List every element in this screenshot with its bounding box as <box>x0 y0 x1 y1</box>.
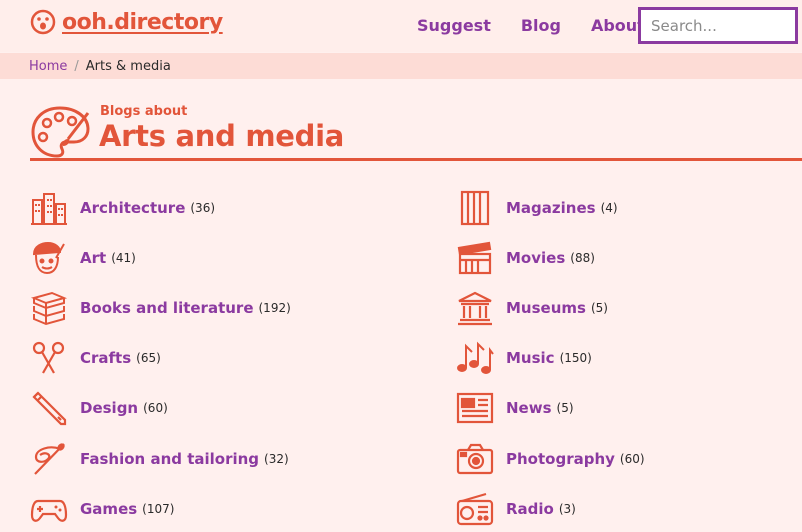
nav-suggest-link[interactable]: Suggest <box>417 16 491 35</box>
scissors-icon <box>30 340 68 376</box>
page-title: Arts and media <box>99 119 344 153</box>
category-name[interactable]: Art <box>80 249 106 267</box>
books-icon <box>30 290 68 326</box>
category-photography[interactable]: Photography (60) <box>456 441 645 477</box>
radio-icon <box>456 491 494 527</box>
category-count: (150) <box>559 351 592 365</box>
buildings-icon <box>30 190 68 226</box>
category-count: (88) <box>570 251 595 265</box>
category-crafts[interactable]: Crafts (65) <box>30 340 161 376</box>
category-count: (5) <box>556 401 574 415</box>
newspaper-icon <box>456 390 494 426</box>
category-name[interactable]: Design <box>80 399 138 417</box>
site-logo[interactable]: ooh.directory <box>30 9 223 35</box>
camera-icon <box>456 441 494 477</box>
category-name[interactable]: Books and literature <box>80 299 254 317</box>
category-music[interactable]: Music (150) <box>456 340 592 376</box>
museum-icon <box>456 290 494 326</box>
gamepad-icon <box>30 491 68 527</box>
category-count: (3) <box>558 502 576 516</box>
palette-icon <box>31 106 90 158</box>
category-count: (36) <box>190 201 216 215</box>
category-name[interactable]: Radio <box>506 500 554 518</box>
category-name[interactable]: Museums <box>506 299 586 317</box>
site-header: ooh.directory Suggest Blog About <box>0 0 802 52</box>
logo-text[interactable]: ooh.directory <box>62 10 223 35</box>
category-count: (60) <box>619 452 645 466</box>
category-name[interactable]: News <box>506 399 552 417</box>
page-subtitle: Blogs about <box>100 104 188 119</box>
category-art[interactable]: Art (41) <box>30 240 136 276</box>
category-design[interactable]: Design (60) <box>30 390 168 426</box>
magazine-icon <box>456 190 494 226</box>
category-name[interactable]: Magazines <box>506 199 596 217</box>
category-news[interactable]: News (5) <box>456 390 574 426</box>
category-movies[interactable]: Movies (88) <box>456 240 595 276</box>
category-count: (32) <box>264 452 289 466</box>
artist-icon <box>30 240 68 276</box>
category-architecture[interactable]: Architecture (36) <box>30 190 215 226</box>
clapperboard-icon <box>456 240 494 276</box>
category-count: (4) <box>600 201 618 215</box>
category-radio[interactable]: Radio (3) <box>456 491 576 527</box>
needle-thread-icon <box>30 441 68 477</box>
category-name[interactable]: Music <box>506 349 555 367</box>
category-name[interactable]: Photography <box>506 450 615 468</box>
category-fashion-and-tailoring[interactable]: Fashion and tailoring (32) <box>30 441 289 477</box>
category-name[interactable]: Crafts <box>80 349 131 367</box>
category-count: (5) <box>590 301 608 315</box>
nav-about-link[interactable]: About <box>591 16 645 35</box>
category-museums[interactable]: Museums (5) <box>456 290 608 326</box>
category-games[interactable]: Games (107) <box>30 491 174 527</box>
breadcrumb: Home / Arts & media <box>0 53 802 79</box>
category-name[interactable]: Movies <box>506 249 565 267</box>
category-name[interactable]: Fashion and tailoring <box>80 450 259 468</box>
music-notes-icon <box>456 340 494 376</box>
category-count: (65) <box>136 351 161 365</box>
pencil-icon <box>30 390 68 426</box>
category-name[interactable]: Games <box>80 500 137 518</box>
nav-blog-link[interactable]: Blog <box>521 16 561 35</box>
category-count: (41) <box>111 251 136 265</box>
page-heading: Blogs about Arts and media <box>30 102 802 161</box>
category-count: (192) <box>258 301 291 315</box>
search-input[interactable] <box>638 7 798 44</box>
category-count: (107) <box>142 502 175 516</box>
breadcrumb-separator: / <box>74 58 79 74</box>
category-magazines[interactable]: Magazines (4) <box>456 190 618 226</box>
category-books-and-literature[interactable]: Books and literature (192) <box>30 290 291 326</box>
main-nav: Suggest Blog About <box>417 16 675 35</box>
breadcrumb-current: Arts & media <box>85 58 171 74</box>
surprised-face-icon <box>30 9 56 35</box>
breadcrumb-home-link[interactable]: Home <box>29 59 67 74</box>
category-count: (60) <box>143 401 168 415</box>
category-name[interactable]: Architecture <box>80 199 185 217</box>
